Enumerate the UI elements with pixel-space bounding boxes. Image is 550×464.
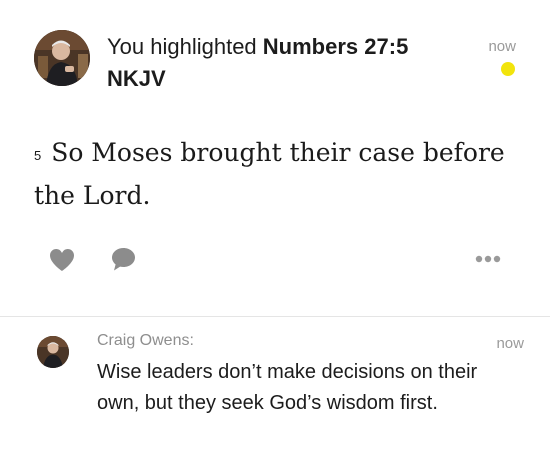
- commenter-photo: [37, 336, 69, 368]
- comment-author[interactable]: Craig Owens:: [97, 332, 194, 350]
- verse-number: 5: [34, 148, 42, 163]
- comment-timestamp: now: [496, 335, 524, 352]
- comment-text: Wise leaders don’t make decisions on the…: [97, 361, 478, 414]
- heart-icon: [50, 249, 74, 271]
- commenter-avatar[interactable]: [37, 336, 69, 368]
- more-dots-icon: [475, 255, 501, 263]
- speech-bubble-icon: [112, 248, 135, 271]
- highlight-color-dot: [501, 62, 515, 76]
- verse-text-block[interactable]: 5 So Moses brought their case before the…: [34, 133, 524, 216]
- more-options-button[interactable]: [475, 255, 501, 263]
- like-button[interactable]: [49, 248, 75, 272]
- user-photo: [34, 30, 90, 86]
- comment-button[interactable]: [111, 247, 136, 272]
- verse-text: So Moses brought their case before the L…: [34, 138, 505, 210]
- user-avatar[interactable]: [34, 30, 90, 86]
- comment-item: Craig Owens: now Wise leaders don’t make…: [0, 317, 550, 464]
- headline-prefix: You highlighted: [107, 34, 257, 59]
- highlight-activity-card: You highlighted Numbers 27:5 NKJV now 5 …: [0, 0, 550, 316]
- activity-timestamp: now: [488, 38, 516, 55]
- activity-headline: You highlighted Numbers 27:5 NKJV: [107, 31, 467, 95]
